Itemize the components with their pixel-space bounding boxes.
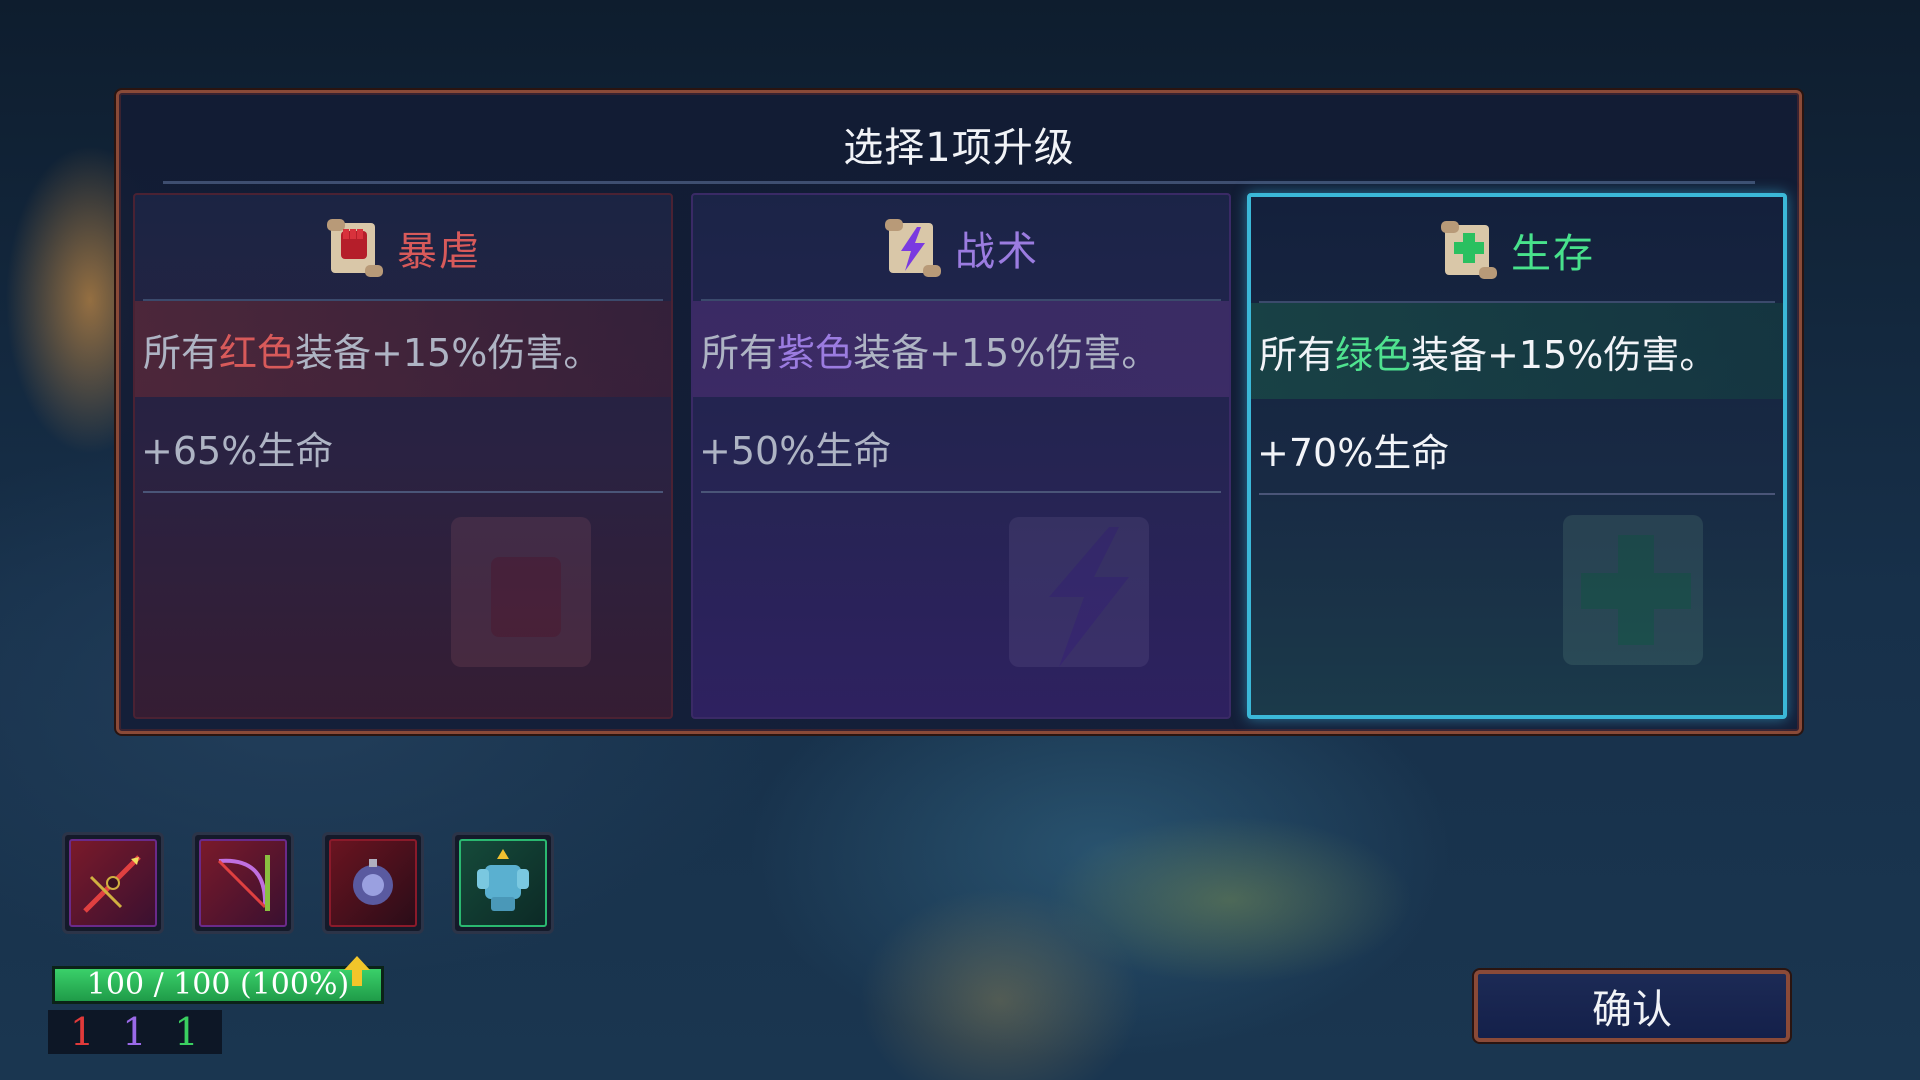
lightning-watermark-icon — [1009, 517, 1149, 667]
lightning-scroll-icon — [885, 219, 941, 277]
purple-count: 1 — [122, 1010, 147, 1054]
card-description: 所有 红色 装备+15%伤害。 — [135, 301, 671, 397]
inventory-bar — [62, 832, 554, 934]
card-stat: +50%生命 — [699, 428, 892, 473]
upgrade-card-brutality[interactable]: 暴虐 所有 红色 装备+15%伤害。 +65%生命 — [133, 193, 673, 719]
inventory-slot[interactable] — [322, 832, 424, 934]
card-header: 暴虐 — [135, 213, 671, 283]
inventory-slot[interactable] — [192, 832, 294, 934]
desc-prefix: 所有 — [701, 330, 778, 375]
inventory-slot[interactable] — [62, 832, 164, 934]
desc-suffix: 装备+15%伤害。 — [1411, 332, 1718, 377]
cross-watermark-icon — [1563, 515, 1703, 665]
fist-watermark-icon — [451, 517, 591, 667]
fist-scroll-icon — [327, 219, 383, 277]
cross-scroll-icon — [1441, 221, 1497, 279]
desc-keyword: 紫色 — [777, 330, 854, 375]
bomb-icon — [353, 859, 393, 905]
health-text: 100 / 100 (100%) — [86, 967, 350, 1002]
bow-icon — [217, 855, 270, 911]
crossbow-icon — [83, 855, 141, 913]
upgrade-selection-dialog: 选择1项升级 暴虐 所有 红色 装备+15%伤害。 +65%生命 战术 所有 紫… — [116, 90, 1802, 734]
confirm-button[interactable]: 确认 — [1474, 970, 1790, 1042]
desc-keyword: 红色 — [219, 330, 296, 375]
card-stat: +65%生命 — [141, 428, 334, 473]
card-stat: +70%生命 — [1257, 430, 1450, 475]
card-header: 战术 — [693, 213, 1229, 283]
upgrade-card-tactics[interactable]: 战术 所有 紫色 装备+15%伤害。 +50%生命 — [691, 193, 1231, 719]
desc-keyword: 绿色 — [1335, 332, 1412, 377]
desc-prefix: 所有 — [1259, 332, 1336, 377]
color-counts: 1 1 1 — [48, 1010, 222, 1054]
card-name: 生存 — [1511, 231, 1595, 277]
level-up-arrow-icon — [344, 956, 370, 986]
desc-suffix: 装备+15%伤害。 — [853, 330, 1160, 375]
health-bar: 100 / 100 (100%) — [52, 966, 384, 1004]
desc-suffix: 装备+15%伤害。 — [295, 330, 602, 375]
upgrade-card-survival[interactable]: 生存 所有 绿色 装备+15%伤害。 +70%生命 — [1247, 193, 1787, 719]
title-divider — [163, 181, 1755, 184]
armor-icon — [477, 849, 529, 911]
card-description: 所有 紫色 装备+15%伤害。 — [693, 301, 1229, 397]
card-header: 生存 — [1251, 215, 1783, 285]
red-count: 1 — [70, 1010, 95, 1054]
green-count: 1 — [174, 1010, 199, 1054]
desc-prefix: 所有 — [143, 330, 220, 375]
card-description: 所有 绿色 装备+15%伤害。 — [1251, 303, 1783, 399]
inventory-slot[interactable] — [452, 832, 554, 934]
dialog-title: 选择1项升级 — [843, 125, 1075, 171]
card-name: 暴虐 — [397, 229, 481, 275]
card-name: 战术 — [955, 229, 1039, 275]
